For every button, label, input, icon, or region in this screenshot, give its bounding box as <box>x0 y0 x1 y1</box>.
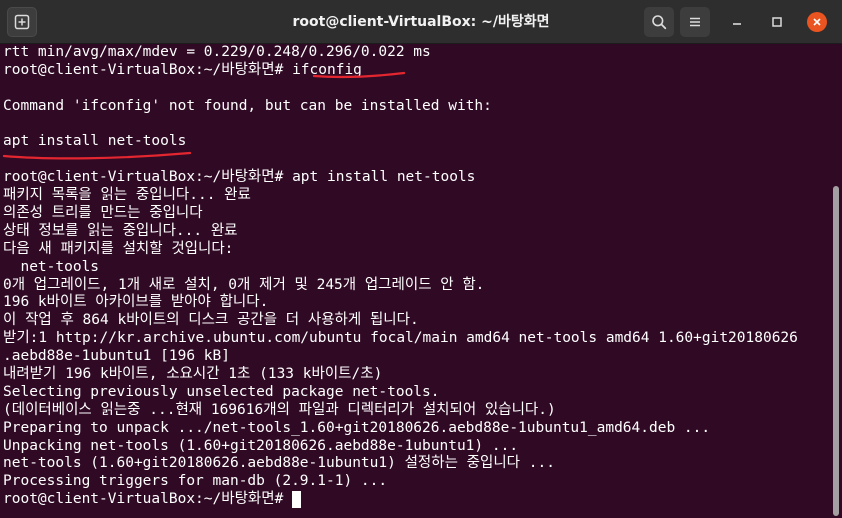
terminal-line: net-tools <box>3 259 818 277</box>
minimize-button[interactable] <box>727 12 747 32</box>
output-text: Command 'ifconfig' not found, but can be… <box>3 97 492 114</box>
terminal-line: 패키지 목록을 읽는 중입니다... 완료 <box>3 187 818 205</box>
output-text: 다음 새 패키지를 설치할 것입니다: <box>3 240 234 257</box>
output-text: apt install net-tools <box>3 133 187 150</box>
text-cursor <box>292 491 302 509</box>
window-title: root@client-VirtualBox: ~/바탕화면 <box>292 14 550 30</box>
output-text: Unpacking net-tools (1.60+git20180626.ae… <box>3 437 519 454</box>
menu-button[interactable] <box>680 7 710 37</box>
terminal-line: net-tools (1.60+git20180626.aebd88e-1ubu… <box>3 455 818 473</box>
maximize-icon <box>771 16 783 28</box>
output-text: net-tools <box>3 258 100 275</box>
shell-prompt: root@client-VirtualBox:~/바탕화면# <box>3 169 293 186</box>
scrollbar-thumb[interactable] <box>833 186 839 516</box>
terminal-line: Processing triggers for man-db (2.9.1-1)… <box>3 473 818 491</box>
terminal-line: 이 작업 후 864 k바이트의 디스크 공간을 더 사용하게 됩니다. <box>3 312 818 330</box>
terminal-line: 내려받기 196 k바이트, 소요시간 1초 (133 k바이트/초) <box>3 366 818 384</box>
output-text: 내려받기 196 k바이트, 소요시간 1초 (133 k바이트/초) <box>3 366 383 383</box>
close-icon <box>811 16 823 28</box>
terminal-line: Selecting previously unselected package … <box>3 384 818 402</box>
terminal-line: root@client-VirtualBox:~/바탕화면# apt insta… <box>3 169 818 187</box>
terminal-line: 0개 업그레이드, 1개 새로 설치, 0개 제거 및 245개 업그레이드 안… <box>3 277 818 295</box>
output-text: 이 작업 후 864 k바이트의 디스크 공간을 더 사용하게 됩니다. <box>3 312 419 329</box>
terminal-line: rtt min/avg/max/mdev = 0.229/0.248/0.296… <box>3 44 818 62</box>
output-text: (데이터베이스 읽는중 ...현재 169616개의 파일과 디렉터리가 설치되… <box>3 401 556 418</box>
terminal-line: (데이터베이스 읽는중 ...현재 169616개의 파일과 디렉터리가 설치되… <box>3 402 818 420</box>
hamburger-menu-icon <box>688 15 702 29</box>
output-text: .aebd88e-1ubuntu1 [196 kB] <box>3 348 230 365</box>
new-tab-icon <box>14 14 30 30</box>
new-tab-button[interactable] <box>7 7 37 37</box>
shell-prompt: root@client-VirtualBox:~/바탕화면# <box>3 491 293 508</box>
output-text: Preparing to unpack .../net-tools_1.60+g… <box>3 419 711 436</box>
output-text: 상태 정보를 읽는 중입니다... 완료 <box>3 222 238 239</box>
shell-prompt: root@client-VirtualBox:~/바탕화면# <box>3 61 293 78</box>
output-text: 0개 업그레이드, 1개 새로 설치, 0개 제거 및 245개 업그레이드 안… <box>3 276 485 293</box>
output-text: 받기:1 http://kr.archive.ubuntu.com/ubuntu… <box>3 330 798 347</box>
title-bar[interactable]: root@client-VirtualBox: ~/바탕화면 <box>0 0 842 44</box>
shell-command: ifconfig <box>292 61 362 78</box>
terminal-line: 다음 새 패키지를 설치할 것입니다: <box>3 241 818 259</box>
terminal-line: apt install net-tools <box>3 133 818 151</box>
shell-command: apt install net-tools <box>292 169 476 186</box>
terminal-line: root@client-VirtualBox:~/바탕화면# <box>3 491 818 509</box>
output-text: 의존성 트리를 만드는 중입니다 <box>3 205 203 222</box>
terminal-line: Unpacking net-tools (1.60+git20180626.ae… <box>3 438 818 456</box>
terminal-line: 받기:1 http://kr.archive.ubuntu.com/ubuntu… <box>3 330 818 348</box>
output-text: 패키지 목록을 읽는 중입니다... 완료 <box>3 187 251 204</box>
output-text: Selecting previously unselected package … <box>3 383 440 400</box>
output-text: net-tools (1.60+git20180626.aebd88e-1ubu… <box>3 455 555 472</box>
terminal-line: root@client-VirtualBox:~/바탕화면# ifconfig <box>3 62 818 80</box>
output-text: rtt min/avg/max/mdev = 0.229/0.248/0.296… <box>3 44 431 60</box>
search-button[interactable] <box>644 7 674 37</box>
output-text: 196 k바이트 아카이브를 받아야 합니다. <box>3 294 269 311</box>
terminal-line: 196 k바이트 아카이브를 받아야 합니다. <box>3 294 818 312</box>
terminal-line: 상태 정보를 읽는 중입니다... 완료 <box>3 223 818 241</box>
terminal-output[interactable]: rtt min/avg/max/mdev = 0.229/0.248/0.296… <box>0 44 842 518</box>
terminal-line: 의존성 트리를 만드는 중입니다 <box>3 205 818 223</box>
terminal-line: Command 'ifconfig' not found, but can be… <box>3 98 818 116</box>
search-icon <box>651 14 667 30</box>
minimize-icon <box>731 16 743 28</box>
output-text: Processing triggers for man-db (2.9.1-1)… <box>3 473 388 490</box>
terminal-window: root@client-VirtualBox: ~/바탕화면 rtt min/a… <box>0 0 842 518</box>
maximize-button[interactable] <box>767 12 787 32</box>
terminal-line: .aebd88e-1ubuntu1 [196 kB] <box>3 348 818 366</box>
close-button[interactable] <box>807 12 827 32</box>
terminal-line: Preparing to unpack .../net-tools_1.60+g… <box>3 420 818 438</box>
